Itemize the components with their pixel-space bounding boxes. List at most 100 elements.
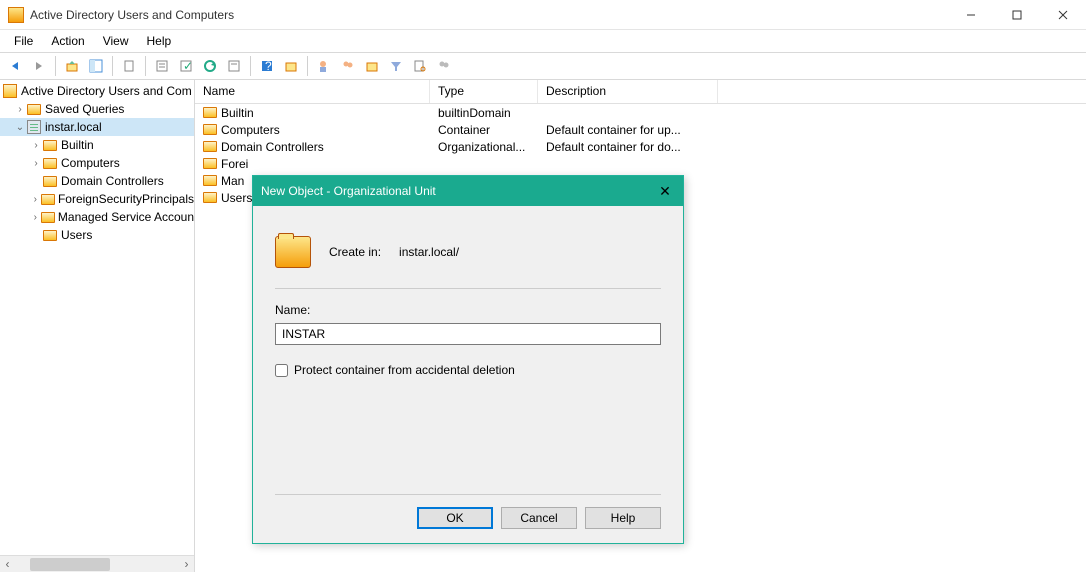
new-group-icon[interactable] <box>337 55 359 77</box>
folder-icon <box>203 124 217 135</box>
folder-icon <box>26 102 42 116</box>
tree-item-users[interactable]: Users <box>0 226 194 244</box>
forward-button[interactable] <box>28 55 50 77</box>
name-input[interactable] <box>275 323 661 345</box>
export-button[interactable] <box>223 55 245 77</box>
menu-help[interactable]: Help <box>139 32 180 50</box>
list-cell-name: Forei <box>221 157 248 171</box>
list-row[interactable]: Forei <box>195 155 1086 172</box>
window-titlebar: Active Directory Users and Computers <box>0 0 1086 30</box>
new-user-icon[interactable] <box>313 55 335 77</box>
refresh-button[interactable] <box>199 55 221 77</box>
dialog-close-button[interactable]: ✕ <box>655 183 675 200</box>
column-type[interactable]: Type <box>430 80 538 103</box>
properties-button[interactable] <box>151 55 173 77</box>
menu-view[interactable]: View <box>95 32 137 50</box>
scroll-right-arrow[interactable]: › <box>179 557 194 572</box>
tree-item-label: Users <box>61 228 92 242</box>
cut-button[interactable] <box>118 55 140 77</box>
folder-icon <box>42 156 58 170</box>
new-ou-dialog: New Object - Organizational Unit ✕ Creat… <box>252 175 684 544</box>
folder-icon <box>42 138 58 152</box>
help-button[interactable]: Help <box>585 507 661 529</box>
app-icon <box>8 7 24 23</box>
protect-label: Protect container from accidental deleti… <box>294 363 515 377</box>
tree-item-label: Saved Queries <box>45 102 124 116</box>
show-hide-tree-button[interactable] <box>85 55 107 77</box>
cancel-button[interactable]: Cancel <box>501 507 577 529</box>
scroll-thumb[interactable] <box>30 558 110 571</box>
tree-item-label: instar.local <box>45 120 102 134</box>
tree-item-saved-queries[interactable]: › Saved Queries <box>0 100 194 118</box>
maximize-button[interactable] <box>994 0 1040 30</box>
up-button[interactable] <box>61 55 83 77</box>
column-description[interactable]: Description <box>538 80 718 103</box>
folder-icon <box>203 192 217 203</box>
window-title: Active Directory Users and Computers <box>30 8 948 22</box>
create-in-label: Create in: <box>329 245 381 259</box>
ad-icon <box>2 84 18 98</box>
dialog-titlebar[interactable]: New Object - Organizational Unit ✕ <box>253 176 683 206</box>
tree-root[interactable]: Active Directory Users and Com <box>0 82 194 100</box>
tree-root-label: Active Directory Users and Com <box>21 84 192 98</box>
svg-text:?: ? <box>265 59 272 73</box>
svg-text:✓: ✓ <box>183 59 193 73</box>
list-cell-type: Organizational... <box>430 140 538 154</box>
tree-expander[interactable]: › <box>30 212 41 223</box>
list-cell-name: Users <box>221 191 252 205</box>
tree-item-instar-local[interactable]: ⌄ instar.local <box>0 118 194 136</box>
folder-icon <box>41 210 55 224</box>
add-to-group-icon[interactable] <box>433 55 455 77</box>
delete-button[interactable]: ✓ <box>175 55 197 77</box>
list-cell-description: Default container for do... <box>538 140 718 154</box>
tree-item-builtin[interactable]: ›Builtin <box>0 136 194 154</box>
folder-icon <box>203 107 217 118</box>
new-ou-icon[interactable] <box>361 55 383 77</box>
list-row[interactable]: ComputersContainerDefault container for … <box>195 121 1086 138</box>
list-row[interactable]: Builtin builtinDomain <box>195 104 1086 121</box>
list-header: Name Type Description <box>195 80 1086 104</box>
list-cell-description: Default container for up... <box>538 123 718 137</box>
folder-icon <box>203 158 217 169</box>
tree-expander[interactable]: › <box>30 158 42 169</box>
ok-button[interactable]: OK <box>417 507 493 529</box>
minimize-button[interactable] <box>948 0 994 30</box>
search-icon[interactable] <box>409 55 431 77</box>
filter-icon[interactable] <box>385 55 407 77</box>
help-button[interactable]: ? <box>256 55 278 77</box>
tree-item-label: Domain Controllers <box>61 174 164 188</box>
folder-icon <box>41 192 55 206</box>
tree-expander[interactable]: › <box>14 104 26 115</box>
list-cell-name: Domain Controllers <box>221 140 324 154</box>
find-button[interactable] <box>280 55 302 77</box>
menubar: File Action View Help <box>0 30 1086 52</box>
tree-item-label: ForeignSecurityPrincipals <box>58 192 194 206</box>
tree-item-domain-controllers[interactable]: Domain Controllers <box>0 172 194 190</box>
menu-action[interactable]: Action <box>43 32 92 50</box>
tree-expander[interactable]: › <box>30 194 41 205</box>
list-cell-type: Container <box>430 123 538 137</box>
tree-item-foreignsecurityprincipals[interactable]: › ForeignSecurityPrincipals <box>0 190 194 208</box>
list-row[interactable]: Domain Controllers Organizational...Defau… <box>195 138 1086 155</box>
folder-icon <box>203 175 217 186</box>
back-button[interactable] <box>4 55 26 77</box>
folder-icon <box>203 141 217 152</box>
tree-pane[interactable]: Active Directory Users and Com › Saved Qu… <box>0 80 195 572</box>
tree-item-label: Computers <box>61 156 120 170</box>
list-cell-name: Builtin <box>221 106 254 120</box>
folder-icon <box>42 174 58 188</box>
tree-item-managed-service-accoun[interactable]: ›Managed Service Accoun <box>0 208 194 226</box>
column-name[interactable]: Name <box>195 80 430 103</box>
protect-checkbox[interactable] <box>275 364 288 377</box>
horizontal-scrollbar[interactable]: ‹ › <box>0 555 194 572</box>
tree-item-computers[interactable]: › Computers <box>0 154 194 172</box>
tree-expander[interactable]: › <box>30 140 42 151</box>
toolbar: ✓ ? <box>0 52 1086 80</box>
scroll-left-arrow[interactable]: ‹ <box>0 557 15 572</box>
close-button[interactable] <box>1040 0 1086 30</box>
list-cell-type: builtinDomain <box>430 106 538 120</box>
menu-file[interactable]: File <box>6 32 41 50</box>
folder-icon <box>42 228 58 242</box>
tree-expander[interactable]: ⌄ <box>14 122 26 133</box>
create-in-path: instar.local/ <box>399 245 459 259</box>
